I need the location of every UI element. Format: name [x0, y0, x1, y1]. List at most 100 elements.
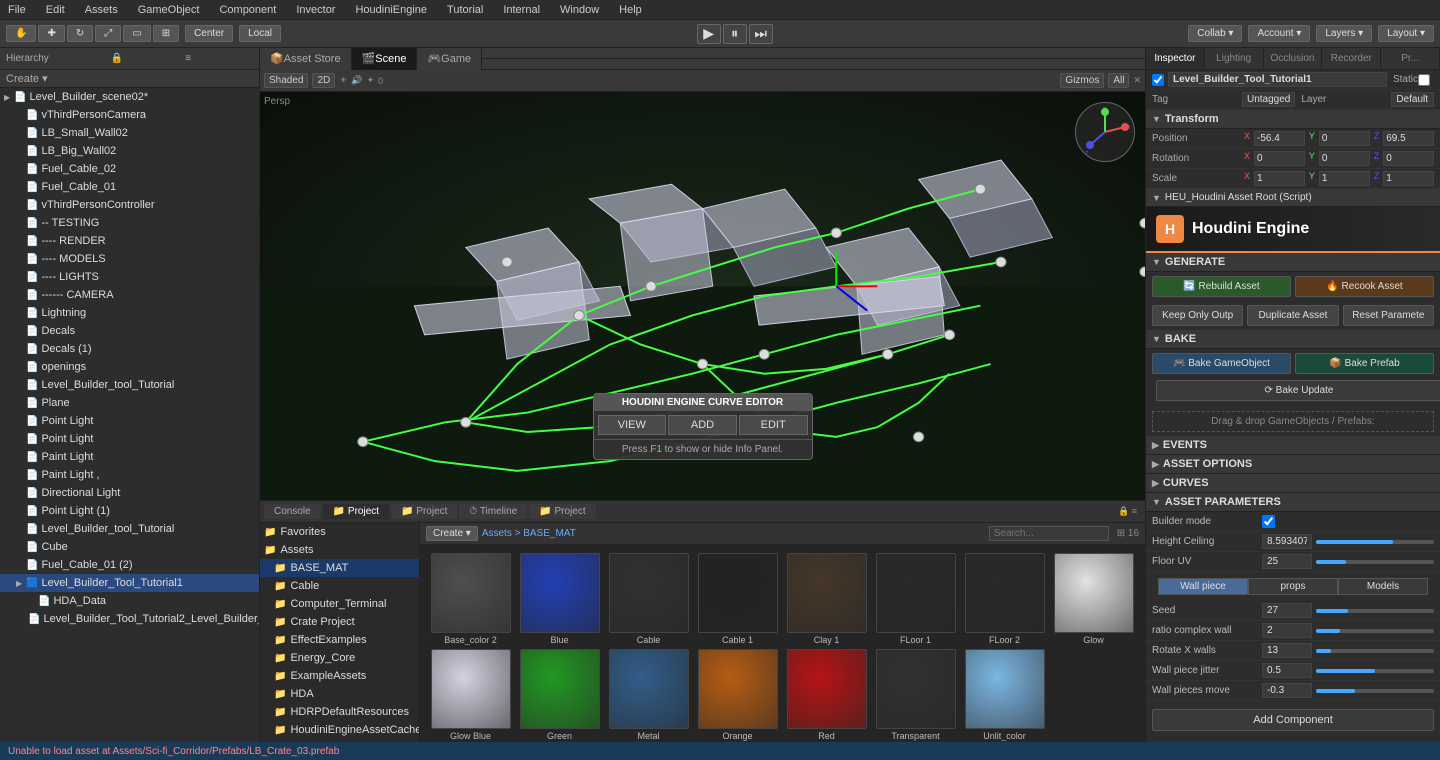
curve-view-btn[interactable]: VIEW	[598, 415, 667, 435]
events-section[interactable]: ▶ EVENTS	[1146, 436, 1440, 455]
close-scene[interactable]: ✕	[1133, 75, 1141, 86]
hierarchy-item[interactable]: 📄vThirdPersonCamera	[0, 106, 259, 124]
rotate-tool[interactable]: ↻	[67, 25, 93, 42]
project-sidebar-item[interactable]: 📁HoudiniEngineAssetCache	[260, 721, 419, 739]
ratio-complex-slider[interactable]	[1316, 629, 1434, 633]
position-y[interactable]	[1319, 131, 1370, 146]
project-sidebar-item[interactable]: 📁Favorites	[260, 523, 419, 541]
tab-recorder[interactable]: Recorder	[1322, 48, 1381, 69]
hierarchy-item[interactable]: 📄Level_Builder_tool_Tutorial	[0, 520, 259, 538]
asset-item[interactable]: Green	[517, 649, 602, 741]
tab-project-3[interactable]: 📁 Project	[529, 504, 595, 519]
hierarchy-item[interactable]: 📄Plane	[0, 394, 259, 412]
asset-item[interactable]: Cable	[606, 553, 691, 645]
scale-x[interactable]	[1254, 171, 1305, 186]
hierarchy-item[interactable]: 📄---- MODELS	[0, 250, 259, 268]
transform-section[interactable]: ▼ Transform	[1146, 110, 1440, 129]
hierarchy-item[interactable]: 📄LB_Big_Wall02	[0, 142, 259, 160]
curve-edit-btn[interactable]: EDIT	[739, 415, 808, 435]
project-sidebar-item[interactable]: 📁Crate Project	[260, 613, 419, 631]
hierarchy-item[interactable]: 📄Paint Light ,	[0, 466, 259, 484]
add-component-btn[interactable]: Add Component	[1152, 709, 1434, 731]
pause-button[interactable]: ⏸	[723, 24, 747, 44]
hierarchy-item[interactable]: 📄Fuel_Cable_01	[0, 178, 259, 196]
bake-update-btn[interactable]: ⟳ Bake Update	[1156, 380, 1440, 401]
object-active-checkbox[interactable]	[1152, 74, 1164, 86]
account-button[interactable]: Account ▾	[1248, 25, 1310, 42]
position-x[interactable]	[1254, 131, 1305, 146]
ratio-complex-input[interactable]	[1262, 623, 1312, 638]
height-ceiling-slider[interactable]	[1316, 540, 1434, 544]
hierarchy-item[interactable]: 📄openings	[0, 358, 259, 376]
hierarchy-item[interactable]: 📄Point Light (1)	[0, 502, 259, 520]
rect-tool[interactable]: ▭	[123, 25, 150, 42]
tab-occlusion[interactable]: Occlusion	[1264, 48, 1323, 69]
asset-item[interactable]: Metal	[606, 649, 691, 741]
hierarchy-item[interactable]: ▶📄Level_Builder_scene02*	[0, 88, 259, 106]
rotation-y[interactable]	[1319, 151, 1370, 166]
tag-value[interactable]: Untagged	[1242, 92, 1295, 107]
project-sidebar-item[interactable]: 📁Assets	[260, 541, 419, 559]
menu-assets[interactable]: Assets	[81, 4, 122, 16]
project-sidebar-item[interactable]: 📁BASE_MAT	[260, 559, 419, 577]
project-sidebar-item[interactable]: 📁Computer_Terminal	[260, 595, 419, 613]
height-ceiling-input[interactable]	[1262, 534, 1312, 549]
wall-jitter-slider[interactable]	[1316, 669, 1434, 673]
layers-button[interactable]: Layers ▾	[1316, 25, 1372, 42]
asset-item[interactable]: Cable 1	[695, 553, 780, 645]
rotation-z[interactable]	[1383, 151, 1434, 166]
menu-edit[interactable]: Edit	[42, 4, 69, 16]
project-create-btn[interactable]: Create ▾	[426, 526, 478, 541]
heu-component-section[interactable]: ▼ HEU_Houdini Asset Root (Script)	[1146, 189, 1440, 207]
seed-slider[interactable]	[1316, 609, 1434, 613]
menu-window[interactable]: Window	[556, 4, 603, 16]
hierarchy-item[interactable]: 📄Decals	[0, 322, 259, 340]
tab-console[interactable]: Console	[264, 504, 321, 519]
project-sidebar-item[interactable]: 📁EffectExamples	[260, 631, 419, 649]
hierarchy-item[interactable]: 📄---- RENDER	[0, 232, 259, 250]
keep-output-btn[interactable]: Keep Only Outp	[1152, 305, 1243, 326]
menu-internal[interactable]: Internal	[499, 4, 544, 16]
generate-section[interactable]: ▼ GENERATE	[1146, 253, 1440, 272]
center-button[interactable]: Center	[185, 25, 233, 42]
bottom-pin[interactable]: 🔒 ≡	[1114, 506, 1141, 517]
project-sidebar-item[interactable]: 📁HDA	[260, 685, 419, 703]
audio-icon[interactable]: 🔊	[351, 75, 362, 86]
grid-icon[interactable]: ⊞ 16	[1117, 528, 1139, 539]
tab-project-1[interactable]: 📁 Project	[323, 504, 389, 519]
position-z[interactable]	[1383, 131, 1434, 146]
hierarchy-create[interactable]: Create ▾	[0, 70, 259, 88]
props-tab[interactable]: props	[1248, 578, 1338, 595]
hierarchy-item[interactable]: 📄------ CAMERA	[0, 286, 259, 304]
project-sidebar-item[interactable]: 📁Cable	[260, 577, 419, 595]
scale-y[interactable]	[1319, 171, 1370, 186]
asset-params-section[interactable]: ▼ ASSET PARAMETERS	[1146, 493, 1440, 512]
hierarchy-item[interactable]: ▶🟦Level_Builder_Tool_Tutorial1	[0, 574, 259, 592]
all-dropdown[interactable]: All	[1108, 73, 1129, 88]
duplicate-asset-btn[interactable]: Duplicate Asset	[1247, 305, 1338, 326]
tab-timeline[interactable]: ⏱ Timeline	[459, 504, 527, 519]
asset-options-section[interactable]: ▶ ASSET OPTIONS	[1146, 455, 1440, 474]
asset-item[interactable]: Glow	[1051, 553, 1136, 645]
scale-z[interactable]	[1383, 171, 1434, 186]
hand-tool[interactable]: ✋	[6, 25, 36, 42]
layer-value[interactable]: Default	[1391, 92, 1434, 107]
recook-asset-btn[interactable]: 🔥 Recook Asset	[1295, 276, 1434, 297]
asset-item[interactable]: Red	[784, 649, 869, 741]
menu-tutorial[interactable]: Tutorial	[443, 4, 487, 16]
tab-inspector[interactable]: Inspector	[1146, 48, 1205, 69]
hierarchy-item[interactable]: 📄vThirdPersonController	[0, 196, 259, 214]
wall-move-input[interactable]	[1262, 683, 1312, 698]
tab-pr[interactable]: Pr...	[1381, 48, 1440, 69]
menu-houdiniengine[interactable]: HoudiniEngine	[351, 4, 431, 16]
menu-file[interactable]: File	[4, 4, 30, 16]
models-tab[interactable]: Models	[1338, 578, 1428, 595]
multi-tool[interactable]: ⊞	[153, 25, 179, 42]
2d-button[interactable]: 2D	[312, 73, 335, 88]
object-name-input[interactable]	[1168, 72, 1387, 87]
hierarchy-pin[interactable]: 🔒	[111, 53, 123, 64]
move-tool[interactable]: ✚	[38, 25, 64, 42]
asset-item[interactable]: Glow Blue	[428, 649, 513, 741]
asset-item[interactable]: Base_color 2	[428, 553, 513, 645]
hierarchy-item[interactable]: 📄Fuel_Cable_01 (2)	[0, 556, 259, 574]
